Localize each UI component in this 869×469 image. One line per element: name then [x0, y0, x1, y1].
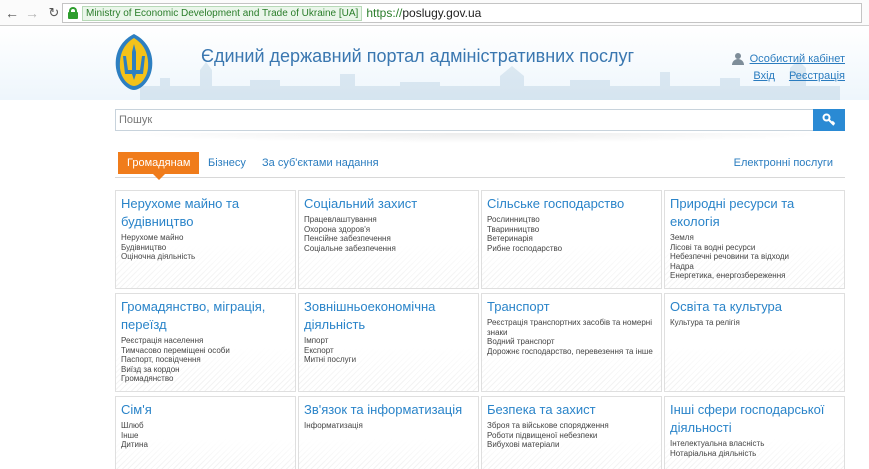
tab-citizens[interactable]: Громадянам	[118, 152, 200, 180]
category-title[interactable]: Зовнішньоекономічна діяльність	[304, 298, 473, 334]
category-item[interactable]: Рослинництво	[487, 215, 656, 225]
category-item[interactable]: Соціальне забезпечення	[304, 244, 473, 254]
category-item[interactable]: Ветеринарія	[487, 234, 656, 244]
category-item[interactable]: Надра	[670, 262, 839, 272]
audience-tabs: Громадянам Бізнесу За суб'єктами надання…	[115, 152, 845, 180]
category-item[interactable]: Реєстрація населення	[121, 336, 290, 346]
category-card-citizenship[interactable]: Громадянство, міграція, переїзд Реєстрац…	[115, 293, 296, 392]
category-title[interactable]: Зв'язок та інформатизація	[304, 401, 473, 419]
category-item[interactable]: Виїзд за кордон	[121, 365, 290, 375]
tab-business[interactable]: Бізнесу	[208, 152, 246, 174]
certificate-badge[interactable]: Ministry of Economic Development and Tra…	[82, 5, 363, 21]
trident-logo-icon	[115, 34, 153, 90]
back-arrow-icon[interactable]: ←	[4, 5, 20, 21]
tab-electronic-services[interactable]: Електронні послуги	[734, 152, 833, 174]
category-title[interactable]: Безпека та захист	[487, 401, 656, 419]
search-button[interactable]	[813, 109, 845, 131]
category-card-other-business[interactable]: Інші сфери господарської діяльності Інте…	[664, 396, 845, 469]
category-item[interactable]: Інтелектуальна власність	[670, 439, 839, 449]
url-host: poslugy.gov.ua	[402, 6, 482, 20]
url-text[interactable]: https://poslugy.gov.ua	[366, 6, 481, 20]
category-title[interactable]: Нерухоме майно та будівництво	[121, 195, 290, 231]
search-key-icon	[822, 113, 836, 126]
category-card-real-estate[interactable]: Нерухоме майно та будівництво Нерухоме м…	[115, 190, 296, 289]
category-item[interactable]: Земля	[670, 233, 839, 243]
category-item[interactable]: Нотаріальна діяльність	[670, 449, 839, 459]
category-item[interactable]: Громадянство	[121, 374, 290, 384]
category-card-transport[interactable]: Транспорт Реєстрація транспортних засобі…	[481, 293, 662, 392]
category-item[interactable]: Культура та релігія	[670, 318, 839, 328]
forward-arrow-icon[interactable]: →	[24, 5, 40, 21]
reload-icon[interactable]: ↻	[46, 5, 62, 21]
category-card-agriculture[interactable]: Сільське господарство Рослинництво Твари…	[481, 190, 662, 289]
category-title[interactable]: Освіта та культура	[670, 298, 839, 316]
tab-by-provider[interactable]: За суб'єктами надання	[262, 152, 379, 174]
category-card-security[interactable]: Безпека та захист Зброя та військове спо…	[481, 396, 662, 469]
user-icon	[731, 53, 744, 65]
category-item[interactable]: Тимчасово переміщені особи	[121, 346, 290, 356]
search-shadow-decoration	[115, 133, 845, 143]
category-item[interactable]: Охорона здоров'я	[304, 225, 473, 235]
portal-title: Єдиний державний портал адміністративних…	[201, 46, 635, 66]
category-item[interactable]: Дорожнє господарство, перевезення та інш…	[487, 347, 656, 357]
category-title[interactable]: Транспорт	[487, 298, 656, 316]
category-item[interactable]: Тваринництво	[487, 225, 656, 235]
category-item[interactable]: Рибне господарство	[487, 244, 656, 254]
category-card-foreign-trade[interactable]: Зовнішньоекономічна діяльність Імпорт Ек…	[298, 293, 479, 392]
category-card-education-culture[interactable]: Освіта та культура Культура та релігія	[664, 293, 845, 392]
category-card-communications[interactable]: Зв'язок та інформатизація Інформатизація	[298, 396, 479, 469]
category-item[interactable]: Будівництво	[121, 243, 290, 253]
category-item[interactable]: Працевлаштування	[304, 215, 473, 225]
browser-toolbar: ← → ↻ Ministry of Economic Development a…	[0, 0, 869, 26]
category-item[interactable]: Інше	[121, 431, 290, 441]
category-title[interactable]: Сім'я	[121, 401, 290, 419]
category-card-family[interactable]: Сім'я Шлюб Інше Дитина	[115, 396, 296, 469]
category-item[interactable]: Роботи підвищеної небезпеки	[487, 431, 656, 441]
address-bar[interactable]: Ministry of Economic Development and Tra…	[62, 3, 862, 23]
category-item[interactable]: Митні послуги	[304, 355, 473, 365]
category-title[interactable]: Сільське господарство	[487, 195, 656, 213]
category-item[interactable]: Реєстрація транспортних засобів та номер…	[487, 318, 656, 337]
category-item[interactable]: Пенсійне забезпечення	[304, 234, 473, 244]
category-item[interactable]: Зброя та військове спорядження	[487, 421, 656, 431]
category-card-social-protection[interactable]: Соціальний захист Працевлаштування Охоро…	[298, 190, 479, 289]
lock-icon	[68, 7, 78, 19]
user-account-block: Особистий кабінет Вхід Реєстрація	[731, 53, 845, 82]
search-bar	[115, 109, 845, 131]
category-item[interactable]: Імпорт	[304, 336, 473, 346]
personal-cabinet-link[interactable]: Особистий кабінет	[750, 53, 845, 65]
category-item[interactable]: Водний транспорт	[487, 337, 656, 347]
category-item[interactable]: Паспорт, посвідчення	[121, 355, 290, 365]
search-input[interactable]	[115, 109, 813, 131]
category-title[interactable]: Соціальний захист	[304, 195, 473, 213]
category-item[interactable]: Експорт	[304, 346, 473, 356]
register-link[interactable]: Реєстрація	[789, 70, 845, 82]
category-item[interactable]: Нерухоме майно	[121, 233, 290, 243]
category-item[interactable]: Інформатизація	[304, 421, 473, 431]
category-item[interactable]: Шлюб	[121, 421, 290, 431]
category-item[interactable]: Небезпечні речовини та відходи	[670, 252, 839, 262]
login-link[interactable]: Вхід	[753, 70, 775, 82]
site-header: Єдиний державний портал адміністративних…	[0, 26, 869, 100]
url-scheme: https://	[366, 6, 403, 20]
category-item[interactable]: Дитина	[121, 440, 290, 450]
category-item[interactable]: Вибухові матеріали	[487, 440, 656, 450]
category-item[interactable]: Лісові та водні ресурси	[670, 243, 839, 253]
category-item[interactable]: Оціночна діяльність	[121, 252, 290, 262]
category-title[interactable]: Інші сфери господарської діяльності	[670, 401, 839, 437]
category-card-natural-resources[interactable]: Природні ресурси та екологія Земля Лісов…	[664, 190, 845, 289]
category-title[interactable]: Громадянство, міграція, переїзд	[121, 298, 290, 334]
category-title[interactable]: Природні ресурси та екологія	[670, 195, 839, 231]
category-item[interactable]: Енергетика, енергозбереження	[670, 271, 839, 281]
